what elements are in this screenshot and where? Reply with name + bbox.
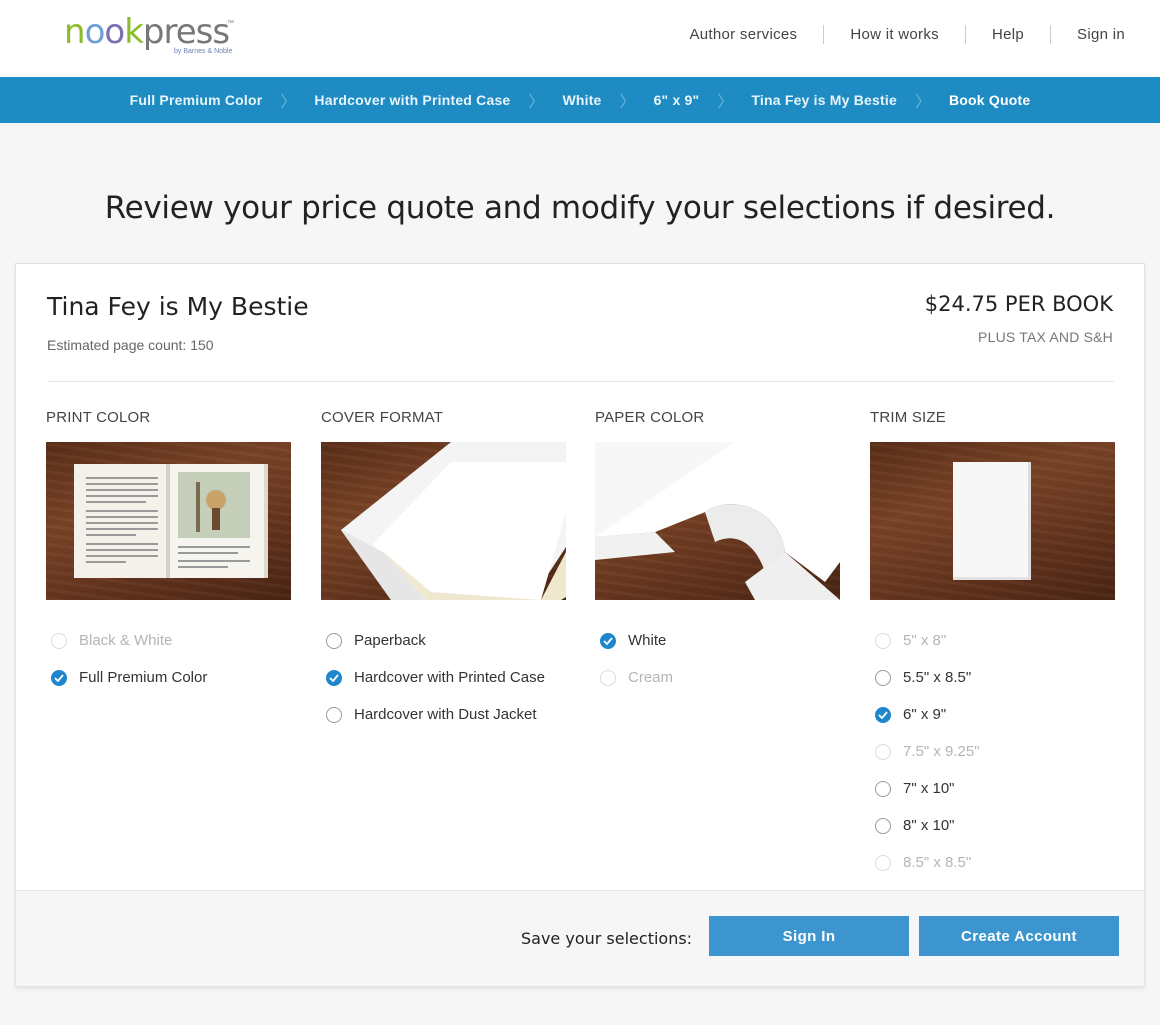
option-hardcover-printed-case[interactable]: Hardcover with Printed Case [321, 659, 566, 696]
price-per-book: $24.75 PER BOOK [924, 292, 1113, 316]
print-color-heading: PRINT COLOR [46, 409, 151, 426]
radio-button[interactable] [875, 780, 891, 797]
trim-size-image [870, 442, 1115, 600]
check-icon[interactable] [600, 632, 616, 649]
check-icon[interactable] [326, 669, 342, 686]
option-label: 7" x 10" [903, 780, 955, 797]
option-black-white[interactable]: Black & White [46, 622, 291, 659]
radio-button[interactable] [875, 854, 891, 871]
breadcrumb-print-color[interactable]: Full Premium Color [130, 92, 263, 108]
save-label: Save your selections: [521, 929, 693, 948]
print-color-image [46, 442, 291, 600]
paper-color-options: White Cream [595, 622, 840, 696]
cover-format-heading: COVER FORMAT [321, 409, 444, 426]
option-white[interactable]: White [595, 622, 840, 659]
option-label: 5.5" x 8.5" [903, 669, 972, 686]
quote-card: Tina Fey is My Bestie Estimated page cou… [15, 263, 1145, 987]
breadcrumb: Full Premium Color 〉 Hardcover with Prin… [0, 77, 1160, 123]
chevron-right-icon: 〉 [717, 94, 734, 111]
cover-format-options: Paperback Hardcover with Printed Case Ha… [321, 622, 566, 733]
print-color-column: PRINT COLOR Black & White Full Premium C… [46, 409, 291, 696]
nav-sign-in[interactable]: Sign in [1051, 26, 1125, 43]
nav-help[interactable]: Help [966, 26, 1050, 43]
option-label: 6" x 9" [903, 706, 947, 723]
radio-button[interactable] [326, 632, 342, 649]
radio-button[interactable] [875, 632, 891, 649]
breadcrumb-trim-size[interactable]: 6" x 9" [654, 92, 700, 108]
cover-format-column: COVER FORMAT Paperback Hardcover with Pr… [321, 409, 566, 733]
paper-color-heading: PAPER COLOR [595, 409, 705, 426]
logo-wordmark: nookpress [64, 12, 230, 52]
price-note: PLUS TAX AND S&H [978, 329, 1113, 345]
logo-byline: by Barnes & Noble [174, 48, 233, 55]
check-icon[interactable] [51, 669, 67, 686]
option-hardcover-dust-jacket[interactable]: Hardcover with Dust Jacket [321, 696, 566, 733]
cover-format-image [321, 442, 566, 600]
radio-button[interactable] [875, 669, 891, 686]
print-color-options: Black & White Full Premium Color [46, 622, 291, 696]
book-title: Tina Fey is My Bestie [47, 292, 309, 321]
option-label: Cream [628, 669, 674, 686]
option-8-5x8-5[interactable]: 8.5" x 8.5" [870, 844, 1115, 881]
radio-button[interactable] [326, 706, 342, 723]
option-paperback[interactable]: Paperback [321, 622, 566, 659]
option-label: Hardcover with Printed Case [354, 669, 545, 686]
trim-size-column: TRIM SIZE 5" x 8" 5.5" x 8.5" 6" x 9" 7.… [870, 409, 1115, 881]
check-icon[interactable] [875, 706, 891, 723]
option-label: White [628, 632, 667, 649]
top-header: nookpress ™ by Barnes & Noble Author ser… [0, 0, 1160, 77]
create-account-button[interactable]: Create Account [919, 916, 1119, 956]
nookpress-logo[interactable]: nookpress ™ by Barnes & Noble [64, 12, 244, 62]
save-selections-bar: Save your selections: Sign In Create Acc… [16, 890, 1144, 986]
option-label: 5" x 8" [903, 632, 947, 649]
chevron-right-icon: 〉 [280, 94, 297, 111]
option-label: 7.5" x 9.25" [903, 743, 980, 760]
paper-color-column: PAPER COLOR White Cream [595, 409, 840, 696]
page-count: Estimated page count: 150 [47, 337, 214, 353]
option-5x8[interactable]: 5" x 8" [870, 622, 1115, 659]
option-label: Hardcover with Dust Jacket [354, 706, 537, 723]
option-7x10[interactable]: 7" x 10" [870, 770, 1115, 807]
sign-in-button[interactable]: Sign In [709, 916, 909, 956]
trim-size-heading: TRIM SIZE [870, 409, 946, 426]
page-headline: Review your price quote and modify your … [104, 190, 1056, 226]
breadcrumb-cover-format[interactable]: Hardcover with Printed Case [314, 92, 510, 108]
breadcrumb-paper-color[interactable]: White [562, 92, 601, 108]
nav-author-services[interactable]: Author services [663, 26, 823, 43]
option-label: 8.5" x 8.5" [903, 854, 972, 871]
chevron-right-icon: 〉 [914, 94, 931, 111]
option-6x9[interactable]: 6" x 9" [870, 696, 1115, 733]
option-cream[interactable]: Cream [595, 659, 840, 696]
radio-button[interactable] [875, 743, 891, 760]
option-8x10[interactable]: 8" x 10" [870, 807, 1115, 844]
option-label: Paperback [354, 632, 426, 649]
logo-trademark: ™ [227, 20, 234, 27]
option-label: 8" x 10" [903, 817, 955, 834]
chevron-right-icon: 〉 [619, 94, 636, 111]
divider [47, 381, 1114, 382]
radio-button[interactable] [600, 669, 616, 686]
nav-how-it-works[interactable]: How it works [824, 26, 965, 43]
chevron-right-icon: 〉 [528, 94, 545, 111]
radio-button[interactable] [875, 817, 891, 834]
paper-color-image [595, 442, 840, 600]
trim-size-options: 5" x 8" 5.5" x 8.5" 6" x 9" 7.5" x 9.25"… [870, 622, 1115, 881]
breadcrumb-book-quote: Book Quote [948, 92, 1031, 108]
option-label: Black & White [79, 632, 173, 649]
radio-button[interactable] [51, 632, 67, 649]
breadcrumb-title[interactable]: Tina Fey is My Bestie [751, 92, 897, 108]
option-5-5x8-5[interactable]: 5.5" x 8.5" [870, 659, 1115, 696]
option-label: Full Premium Color [79, 669, 208, 686]
option-full-premium-color[interactable]: Full Premium Color [46, 659, 291, 696]
option-7-5x9-25[interactable]: 7.5" x 9.25" [870, 733, 1115, 770]
top-nav: Author services How it works Help Sign i… [663, 25, 1125, 44]
